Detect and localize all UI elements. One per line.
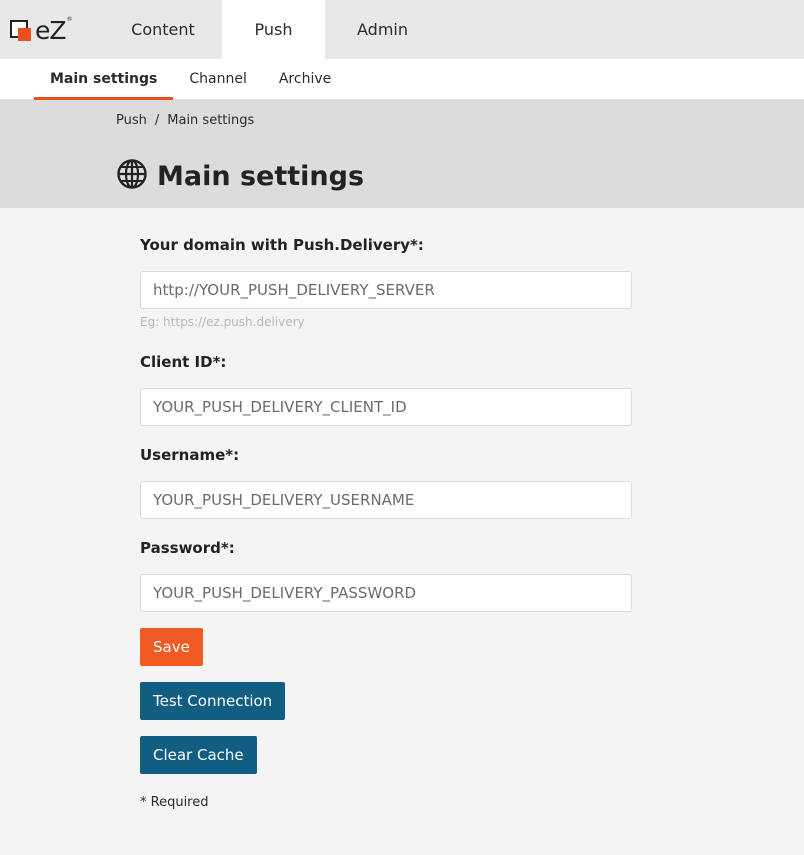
domain-input[interactable] (140, 271, 632, 309)
page-title: Main settings (157, 160, 365, 192)
username-label: Username*: (140, 446, 240, 464)
subtab-channel[interactable]: Channel (173, 59, 262, 99)
page-header: Push / Main settings Main settings (0, 100, 804, 208)
ez-logo-icon (10, 19, 34, 44)
tab-push-label: Push (254, 20, 293, 39)
subtab-main-settings-label: Main settings (50, 71, 158, 87)
tab-admin[interactable]: Admin (325, 0, 440, 59)
username-input[interactable] (140, 481, 632, 519)
required-note: * Required (140, 795, 209, 810)
tab-content-label: Content (131, 20, 195, 39)
subtab-archive[interactable]: Archive (263, 59, 347, 99)
tab-admin-label: Admin (357, 20, 408, 39)
ez-logo[interactable]: eZ® (0, 0, 104, 59)
subtab-channel-label: Channel (189, 71, 247, 87)
globe-icon (116, 158, 148, 194)
password-input[interactable] (140, 574, 632, 612)
domain-hint: Eg: https://ez.push.delivery (140, 315, 305, 329)
breadcrumb: Push / Main settings (116, 113, 254, 128)
sub-navigation: Main settings Channel Archive (0, 59, 804, 100)
clear-cache-button[interactable]: Clear Cache (140, 736, 257, 774)
password-label: Password*: (140, 539, 235, 557)
subtab-archive-label: Archive (278, 71, 332, 87)
logo-text: eZ® (35, 16, 73, 45)
domain-label: Your domain with Push.Delivery*: (140, 236, 424, 254)
breadcrumb-current: Main settings (167, 113, 255, 128)
page-title-row: Main settings (116, 158, 364, 194)
settings-form: Your domain with Push.Delivery*: Eg: htt… (0, 208, 772, 810)
tab-content[interactable]: Content (104, 0, 222, 59)
client-id-input[interactable] (140, 388, 632, 426)
subtab-main-settings[interactable]: Main settings (34, 59, 174, 100)
breadcrumb-push[interactable]: Push (116, 113, 147, 128)
client-id-label: Client ID*: (140, 353, 227, 371)
top-navigation: eZ® Content Push Admin (0, 0, 804, 59)
test-connection-button[interactable]: Test Connection (140, 682, 286, 720)
tab-push[interactable]: Push (222, 0, 325, 59)
save-button[interactable]: Save (140, 628, 203, 666)
breadcrumb-separator: / (154, 113, 160, 128)
